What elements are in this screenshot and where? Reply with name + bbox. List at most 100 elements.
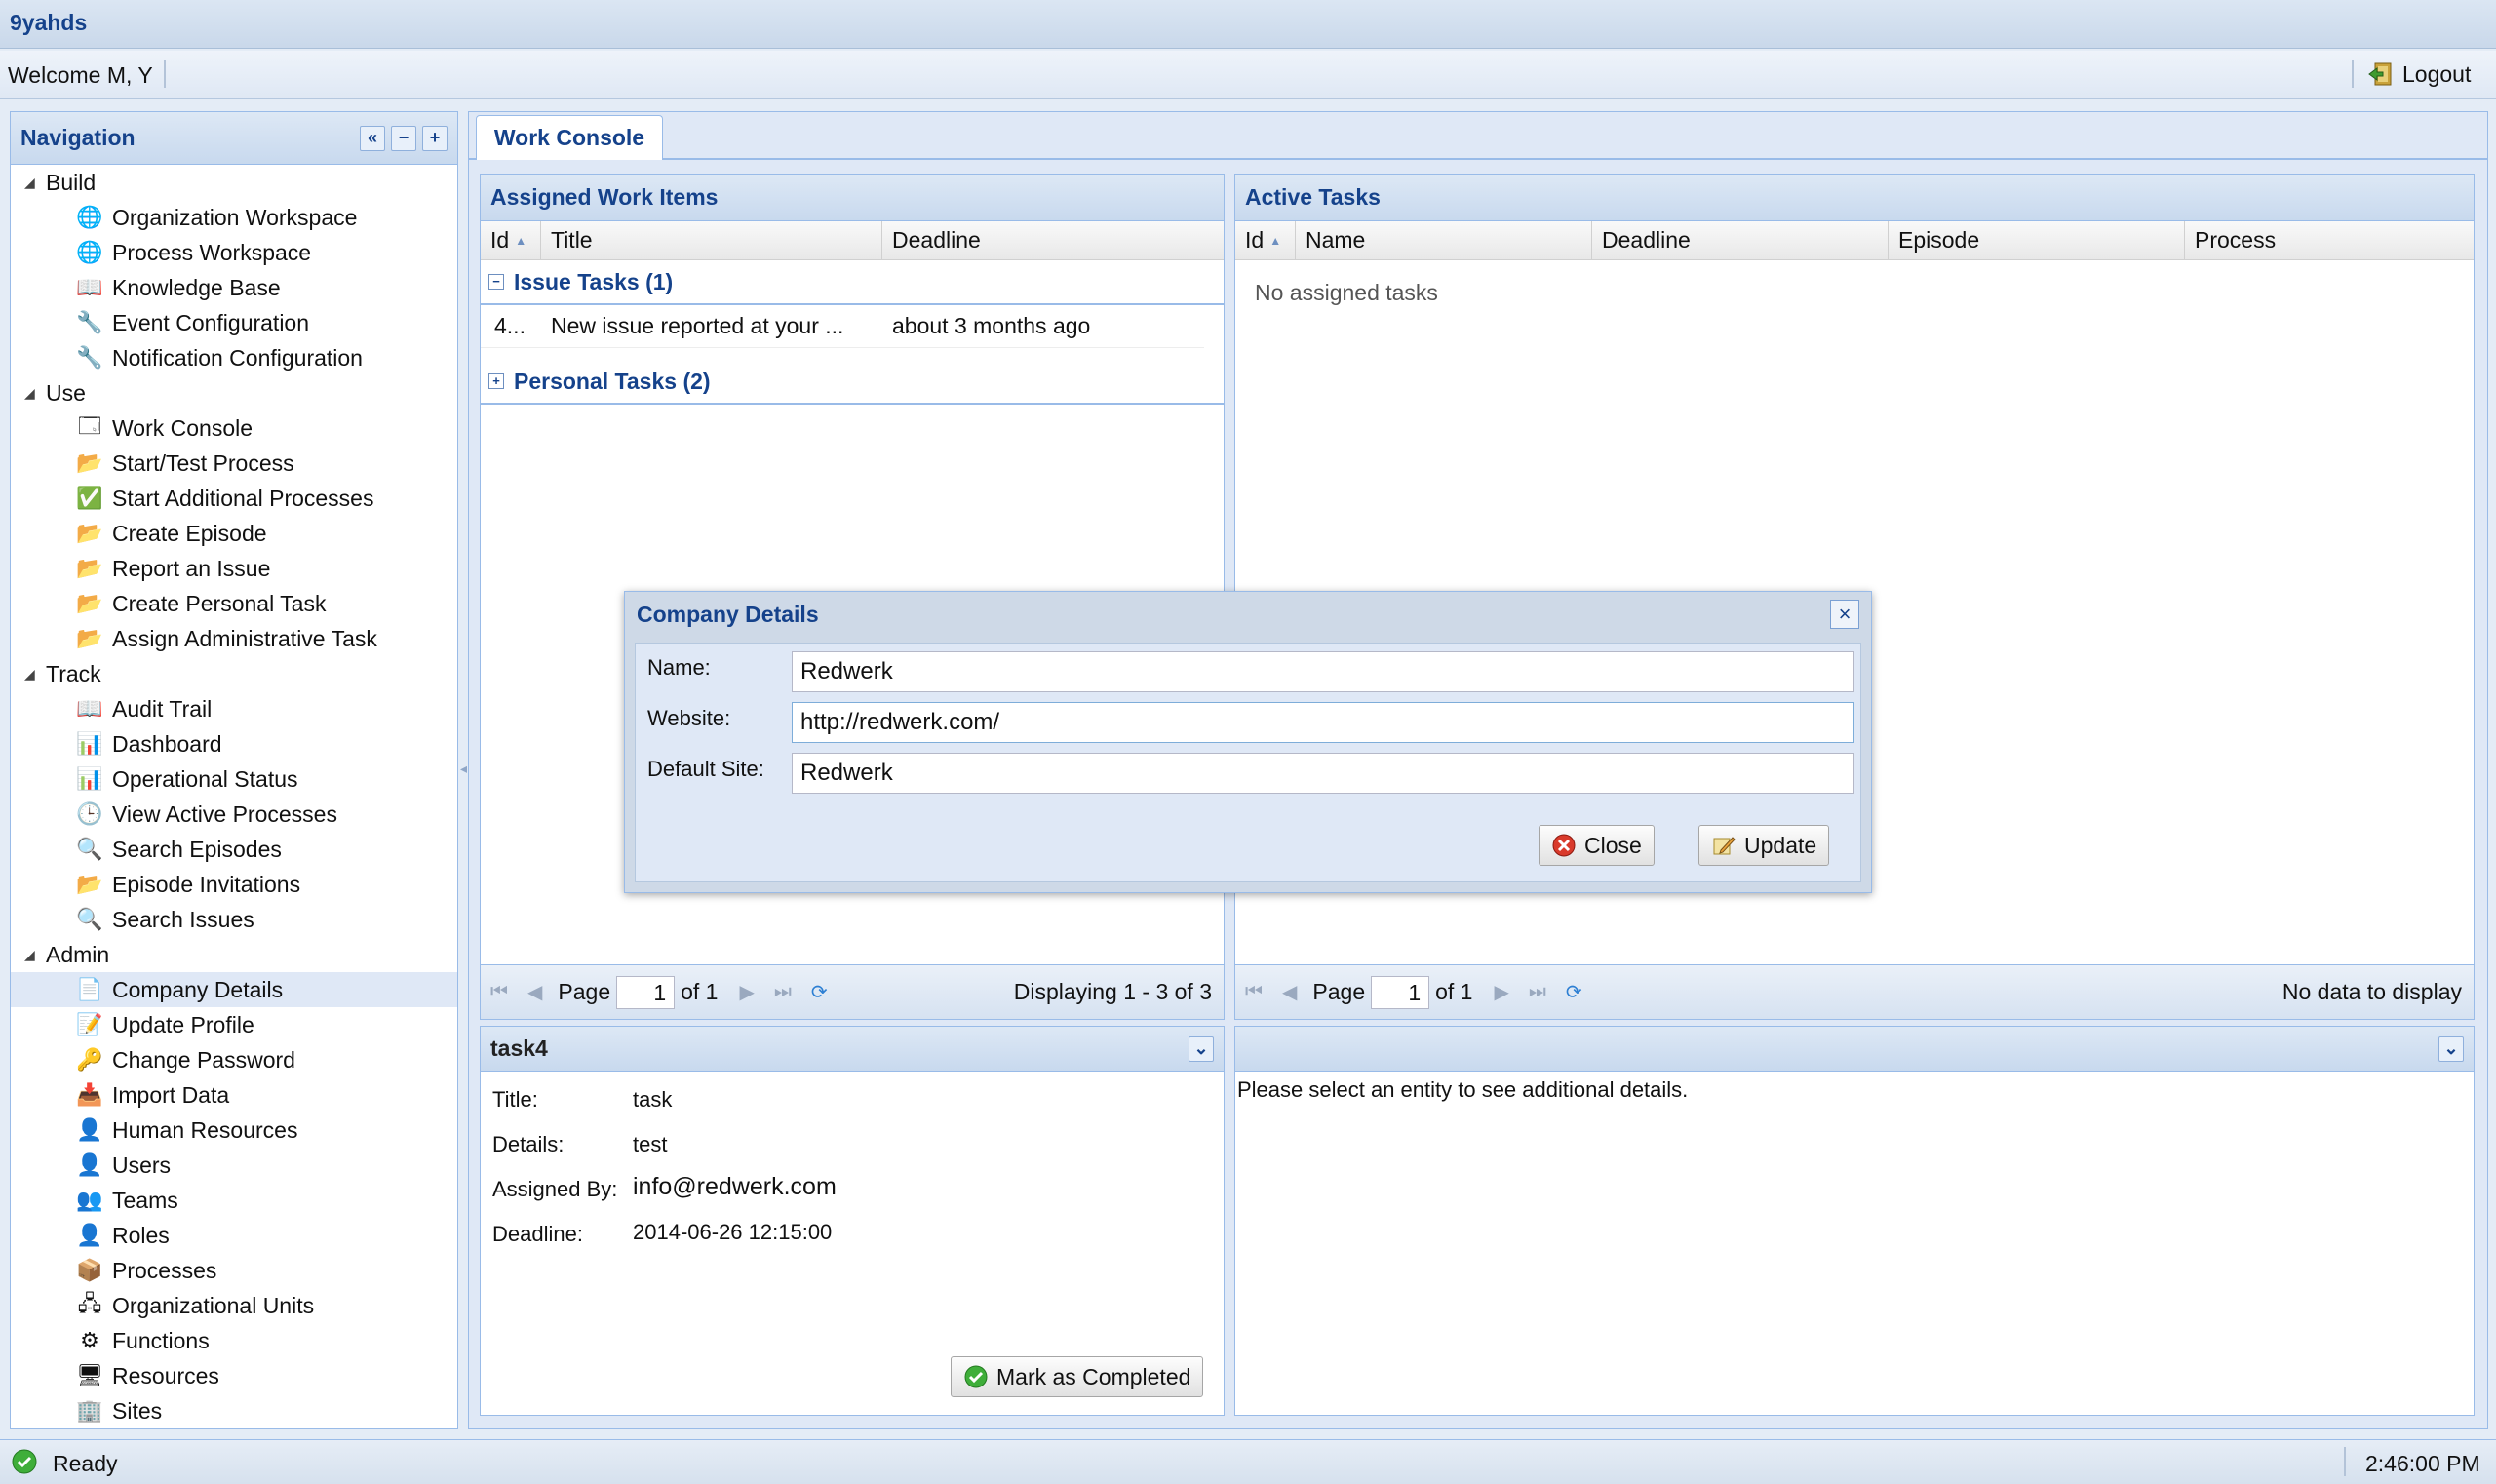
first-page-icon[interactable]: ⏮ bbox=[490, 981, 508, 1003]
sidebar-item-dashboard[interactable]: 📊 Dashboard bbox=[11, 726, 457, 762]
sidebar-item-create-episode[interactable]: 📂 Create Episode bbox=[11, 516, 457, 551]
sidebar-item-company-details[interactable]: 📄 Company Details bbox=[11, 972, 457, 1007]
sidebar-item-change-password[interactable]: 🔑 Change Password bbox=[11, 1042, 457, 1077]
active-empty-text: No assigned tasks bbox=[1255, 280, 1438, 305]
expand-all-button[interactable]: + bbox=[422, 125, 448, 151]
prev-page-icon[interactable]: ◀ bbox=[527, 980, 542, 1004]
sidebar-item-episode-invitations[interactable]: 📂 Episode Invitations bbox=[11, 867, 457, 902]
sidebar-item-view-active-processes[interactable]: 🕒 View Active Processes bbox=[11, 797, 457, 832]
website-field[interactable]: http://redwerk.com/ bbox=[792, 702, 1854, 743]
expand-arrow-icon: ◢ bbox=[24, 174, 35, 190]
group-personal-tasks[interactable]: + Personal Tasks (2) bbox=[481, 360, 1224, 405]
collapse-details-button[interactable]: ⌄ bbox=[1189, 1035, 1214, 1062]
next-page-icon[interactable]: ▶ bbox=[1494, 980, 1508, 1004]
page-number-input[interactable]: 1 bbox=[616, 975, 676, 1009]
first-page-icon[interactable]: ⏮ bbox=[1245, 981, 1263, 1003]
active-tasks-title: Active Tasks bbox=[1245, 184, 1381, 210]
sidebar-item-update-profile[interactable]: 📝 Update Profile bbox=[11, 1007, 457, 1042]
column-header-id[interactable]: Id ▲ bbox=[481, 221, 541, 259]
sidebar-item-event-configuration[interactable]: 🔧 Event Configuration bbox=[11, 305, 457, 340]
sidebar-item-label: Human Resources bbox=[112, 1116, 298, 1143]
nav-section-admin[interactable]: ◢ Admin bbox=[11, 937, 457, 972]
sidebar-item-label: Teams bbox=[112, 1187, 178, 1213]
sidebar-item-label: Work Console bbox=[112, 414, 254, 441]
detail-value: info@redwerk.com bbox=[633, 1173, 837, 1200]
sidebar-item-roles[interactable]: 👤 Roles bbox=[11, 1218, 457, 1253]
splitter-handle[interactable]: ◂ bbox=[460, 761, 467, 796]
column-label: Episode bbox=[1898, 227, 1980, 253]
logout-button[interactable]: Logout bbox=[2367, 57, 2471, 92]
sidebar-item-resources[interactable]: 🖥 Resources bbox=[11, 1358, 457, 1393]
sidebar-item-search-issues[interactable]: 🔍 Search Issues bbox=[11, 902, 457, 937]
wrench-icon: 🔧 bbox=[76, 310, 103, 334]
check-circle-icon bbox=[964, 1365, 988, 1388]
sidebar-item-notification-configuration[interactable]: 🔧 Notification Configuration bbox=[11, 340, 457, 375]
user-toolbar bbox=[0, 51, 2496, 99]
chevron-down-icon: ⌄ bbox=[1193, 1038, 1209, 1058]
column-header-episode[interactable]: Episode bbox=[1889, 221, 2185, 259]
logout-icon bbox=[2368, 62, 2392, 86]
sidebar-item-work-console[interactable]: 🗔 Work Console bbox=[11, 410, 457, 446]
sidebar-item-search-episodes[interactable]: 🔍 Search Episodes bbox=[11, 832, 457, 867]
page-number-input[interactable]: 1 bbox=[1371, 975, 1430, 1009]
sidebar-item-process-workspace[interactable]: 🌐 Process Workspace bbox=[11, 235, 457, 270]
sidebar-item-label: Knowledge Base bbox=[112, 274, 281, 300]
column-header-deadline[interactable]: Deadline bbox=[1592, 221, 1889, 259]
prev-page-icon[interactable]: ◀ bbox=[1282, 980, 1297, 1004]
sidebar-item-start-test-process[interactable]: 📂 Start/Test Process bbox=[11, 446, 457, 481]
default-site-field[interactable]: Redwerk bbox=[792, 753, 1854, 794]
close-button[interactable]: Close bbox=[1539, 825, 1655, 866]
assigned-work-items-header: Assigned Work Items bbox=[481, 175, 1224, 221]
sidebar-item-report-an-issue[interactable]: 📂 Report an Issue bbox=[11, 551, 457, 586]
sidebar-item-organizational-units[interactable]: 🖧 Organizational Units bbox=[11, 1288, 457, 1323]
globe-icon: 🌐 bbox=[76, 205, 103, 229]
sidebar-item-create-personal-task[interactable]: 📂 Create Personal Task bbox=[11, 586, 457, 621]
sidebar-item-organization-workspace[interactable]: 🌐 Organization Workspace bbox=[11, 200, 457, 235]
search-icon: 🔍 bbox=[76, 837, 103, 861]
collapse-group-icon: − bbox=[488, 274, 504, 290]
table-row[interactable]: 4... New issue reported at your ... abou… bbox=[481, 305, 1204, 348]
refresh-icon[interactable]: ⟳ bbox=[811, 980, 828, 1004]
sidebar-item-operational-status[interactable]: 📊 Operational Status bbox=[11, 762, 457, 797]
collapse-panel-button[interactable]: « bbox=[360, 125, 385, 151]
column-header-id[interactable]: Id ▲ bbox=[1235, 221, 1296, 259]
column-header-name[interactable]: Name bbox=[1296, 221, 1592, 259]
group-issue-tasks[interactable]: − Issue Tasks (1) bbox=[481, 260, 1224, 305]
sidebar-item-users[interactable]: 👤 Users bbox=[11, 1148, 457, 1183]
navigation-tree: ◢ Build 🌐 Organization Workspace 🌐 Process Wo… bbox=[11, 165, 457, 1424]
org-chart-icon: 🖧 bbox=[77, 1291, 102, 1315]
sidebar-item-import-data[interactable]: 📥 Import Data bbox=[11, 1077, 457, 1113]
nav-section-build[interactable]: ◢ Build bbox=[11, 165, 457, 200]
last-page-icon[interactable]: ⏭ bbox=[774, 981, 792, 1003]
last-page-icon[interactable]: ⏭ bbox=[1529, 981, 1546, 1003]
column-header-deadline[interactable]: Deadline bbox=[882, 221, 1224, 259]
wrench-icon: 🔧 bbox=[76, 345, 103, 370]
sidebar-item-assign-administrative-task[interactable]: 📂 Assign Administrative Task bbox=[11, 621, 457, 656]
refresh-icon[interactable]: ⟳ bbox=[1566, 980, 1582, 1004]
sidebar-item-sites[interactable]: 🏢 Sites bbox=[11, 1393, 457, 1428]
sidebar-item-knowledge-base[interactable]: 📖 Knowledge Base bbox=[11, 270, 457, 305]
sidebar-item-label: Update Profile bbox=[112, 1011, 254, 1037]
assigned-work-items-title: Assigned Work Items bbox=[490, 184, 719, 210]
column-header-title[interactable]: Title bbox=[541, 221, 882, 259]
nav-section-use[interactable]: ◢ Use bbox=[11, 375, 457, 410]
tab-work-console[interactable]: Work Console bbox=[476, 115, 663, 160]
sidebar-item-start-additional-processes[interactable]: ✅ Start Additional Processes bbox=[11, 481, 457, 516]
update-button[interactable]: Update bbox=[1698, 825, 1830, 866]
clock-icon: 🕒 bbox=[76, 801, 103, 826]
expand-arrow-icon: ◢ bbox=[24, 946, 35, 962]
sidebar-item-processes[interactable]: 📦 Processes bbox=[11, 1253, 457, 1288]
entity-details-header: ⌄ bbox=[1235, 1027, 2474, 1072]
name-field[interactable]: Redwerk bbox=[792, 651, 1854, 692]
dialog-close-button[interactable]: × bbox=[1830, 600, 1859, 629]
sidebar-item-human-resources[interactable]: 👤 Human Resources bbox=[11, 1113, 457, 1148]
column-header-process[interactable]: Process bbox=[2185, 221, 2474, 259]
nav-section-track[interactable]: ◢ Track bbox=[11, 656, 457, 691]
next-page-icon[interactable]: ▶ bbox=[739, 980, 754, 1004]
collapse-details-button[interactable]: ⌄ bbox=[2438, 1035, 2464, 1062]
sidebar-item-audit-trail[interactable]: 📖 Audit Trail bbox=[11, 691, 457, 726]
sidebar-item-functions[interactable]: ⚙ Functions bbox=[11, 1323, 457, 1358]
mark-completed-button[interactable]: Mark as Completed bbox=[951, 1356, 1204, 1397]
sidebar-item-teams[interactable]: 👥 Teams bbox=[11, 1183, 457, 1218]
collapse-all-button[interactable]: − bbox=[391, 125, 416, 151]
